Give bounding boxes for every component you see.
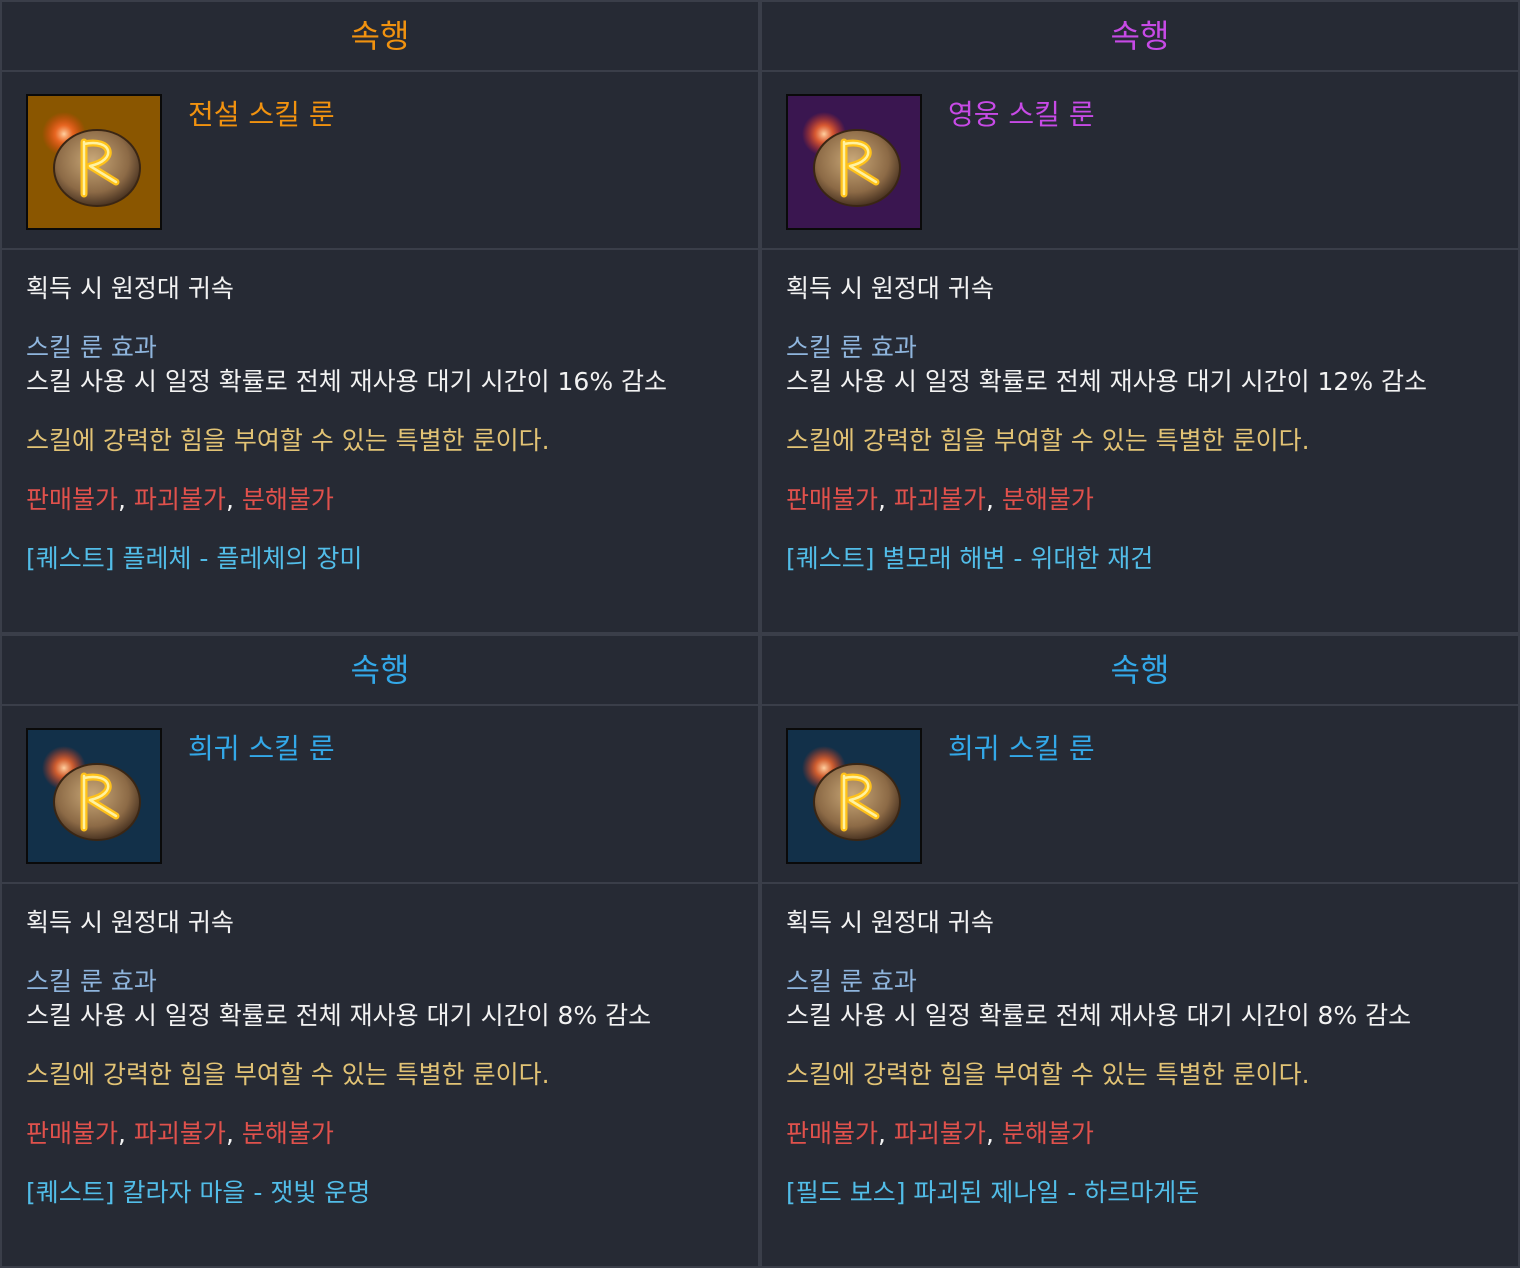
restrictions: 판매불가, 파괴불가, 분해불가 <box>26 1117 734 1151</box>
rune-name-header: 속행 <box>2 636 758 706</box>
separator: , <box>118 485 134 514</box>
effect-title: 스킬 룬 효과 <box>26 333 157 362</box>
item-row: 희귀 스킬 룬 <box>2 706 758 884</box>
restriction-sell: 판매불가 <box>786 1119 879 1148</box>
restriction-destroy: 파괴불가 <box>893 1119 986 1148</box>
restrictions: 판매불가, 파괴불가, 분해불가 <box>786 1117 1494 1151</box>
rune-icon <box>26 94 162 230</box>
item-grade-name: 영웅 스킬 룬 <box>948 98 1095 131</box>
item-row: 영웅 스킬 룬 <box>762 72 1518 250</box>
restriction-destroy: 파괴불가 <box>893 485 986 514</box>
restriction-sell: 판매불가 <box>786 485 879 514</box>
restriction-disassemble: 분해불가 <box>241 485 334 514</box>
separator: , <box>225 485 242 514</box>
rune-tooltip-grid: 속행 전설 스킬 룬 획득 시 원정대 귀속 스킬 룬 효과 스킬 사용 시 일… <box>0 0 1520 1268</box>
restriction-disassemble: 분해불가 <box>1001 1119 1094 1148</box>
flavor-text: 스킬에 강력한 힘을 부여할 수 있는 특별한 룬이다. <box>786 1060 1310 1089</box>
rune-stone-icon <box>42 112 141 207</box>
restriction-sell: 판매불가 <box>26 485 119 514</box>
card-body: 획득 시 원정대 귀속 스킬 룬 효과 스킬 사용 시 일정 확률로 전체 재사… <box>762 250 1518 576</box>
restrictions: 판매불가, 파괴불가, 분해불가 <box>786 483 1494 517</box>
acquisition-source: [퀘스트] 플레체 - 플레체의 장미 <box>26 544 363 573</box>
acquisition-source: [퀘스트] 칼라자 마을 - 잿빛 운명 <box>26 1178 371 1207</box>
separator: , <box>878 1119 894 1148</box>
effect-title: 스킬 룬 효과 <box>786 333 917 362</box>
rune-stone-icon <box>802 112 901 207</box>
effect-title: 스킬 룬 효과 <box>26 967 157 996</box>
rune-icon <box>26 728 162 864</box>
acquisition-source: [퀘스트] 별모래 해변 - 위대한 재건 <box>786 544 1154 573</box>
card-body: 획득 시 원정대 귀속 스킬 룬 효과 스킬 사용 시 일정 확률로 전체 재사… <box>762 884 1518 1210</box>
item-grade-name: 전설 스킬 룬 <box>188 98 335 131</box>
effect-description: 스킬 사용 시 일정 확률로 전체 재사용 대기 시간이 8% 감소 <box>26 1001 652 1030</box>
rune-card: 속행 <box>0 634 760 1268</box>
rune-icon <box>786 94 922 230</box>
restriction-sell: 판매불가 <box>26 1119 119 1148</box>
flavor-text: 스킬에 강력한 힘을 부여할 수 있는 특별한 룬이다. <box>26 426 550 455</box>
rune-stone-icon <box>802 746 901 841</box>
bind-status: 획득 시 원정대 귀속 <box>26 908 234 937</box>
bind-status: 획득 시 원정대 귀속 <box>786 908 994 937</box>
rune-name-header: 속행 <box>2 2 758 72</box>
rune-card: 속행 <box>0 0 760 634</box>
separator: , <box>118 1119 134 1148</box>
rune-name-header: 속행 <box>762 2 1518 72</box>
flavor-text: 스킬에 강력한 힘을 부여할 수 있는 특별한 룬이다. <box>26 1060 550 1089</box>
rune-icon <box>786 728 922 864</box>
bind-status: 획득 시 원정대 귀속 <box>786 274 994 303</box>
rune-name-header: 속행 <box>762 636 1518 706</box>
card-body: 획득 시 원정대 귀속 스킬 룬 효과 스킬 사용 시 일정 확률로 전체 재사… <box>2 884 758 1210</box>
restriction-destroy: 파괴불가 <box>133 485 226 514</box>
separator: , <box>985 1119 1002 1148</box>
acquisition-source: [필드 보스] 파괴된 제나일 - 하르마게돈 <box>786 1178 1200 1207</box>
restriction-destroy: 파괴불가 <box>133 1119 226 1148</box>
bind-status: 획득 시 원정대 귀속 <box>26 274 234 303</box>
flavor-text: 스킬에 강력한 힘을 부여할 수 있는 특별한 룬이다. <box>786 426 1310 455</box>
effect-description: 스킬 사용 시 일정 확률로 전체 재사용 대기 시간이 8% 감소 <box>786 1001 1412 1030</box>
separator: , <box>985 485 1002 514</box>
restrictions: 판매불가, 파괴불가, 분해불가 <box>26 483 734 517</box>
separator: , <box>225 1119 242 1148</box>
effect-description: 스킬 사용 시 일정 확률로 전체 재사용 대기 시간이 12% 감소 <box>786 367 1428 396</box>
separator: , <box>878 485 894 514</box>
rune-card: 속행 <box>760 0 1520 634</box>
effect-description: 스킬 사용 시 일정 확률로 전체 재사용 대기 시간이 16% 감소 <box>26 367 668 396</box>
restriction-disassemble: 분해불가 <box>1001 485 1094 514</box>
card-body: 획득 시 원정대 귀속 스킬 룬 효과 스킬 사용 시 일정 확률로 전체 재사… <box>2 250 758 576</box>
item-row: 희귀 스킬 룬 <box>762 706 1518 884</box>
rune-stone-icon <box>42 746 141 841</box>
rune-card: 속행 <box>760 634 1520 1268</box>
item-grade-name: 희귀 스킬 룬 <box>188 732 335 765</box>
item-grade-name: 희귀 스킬 룬 <box>948 732 1095 765</box>
effect-title: 스킬 룬 효과 <box>786 967 917 996</box>
item-row: 전설 스킬 룬 <box>2 72 758 250</box>
restriction-disassemble: 분해불가 <box>241 1119 334 1148</box>
